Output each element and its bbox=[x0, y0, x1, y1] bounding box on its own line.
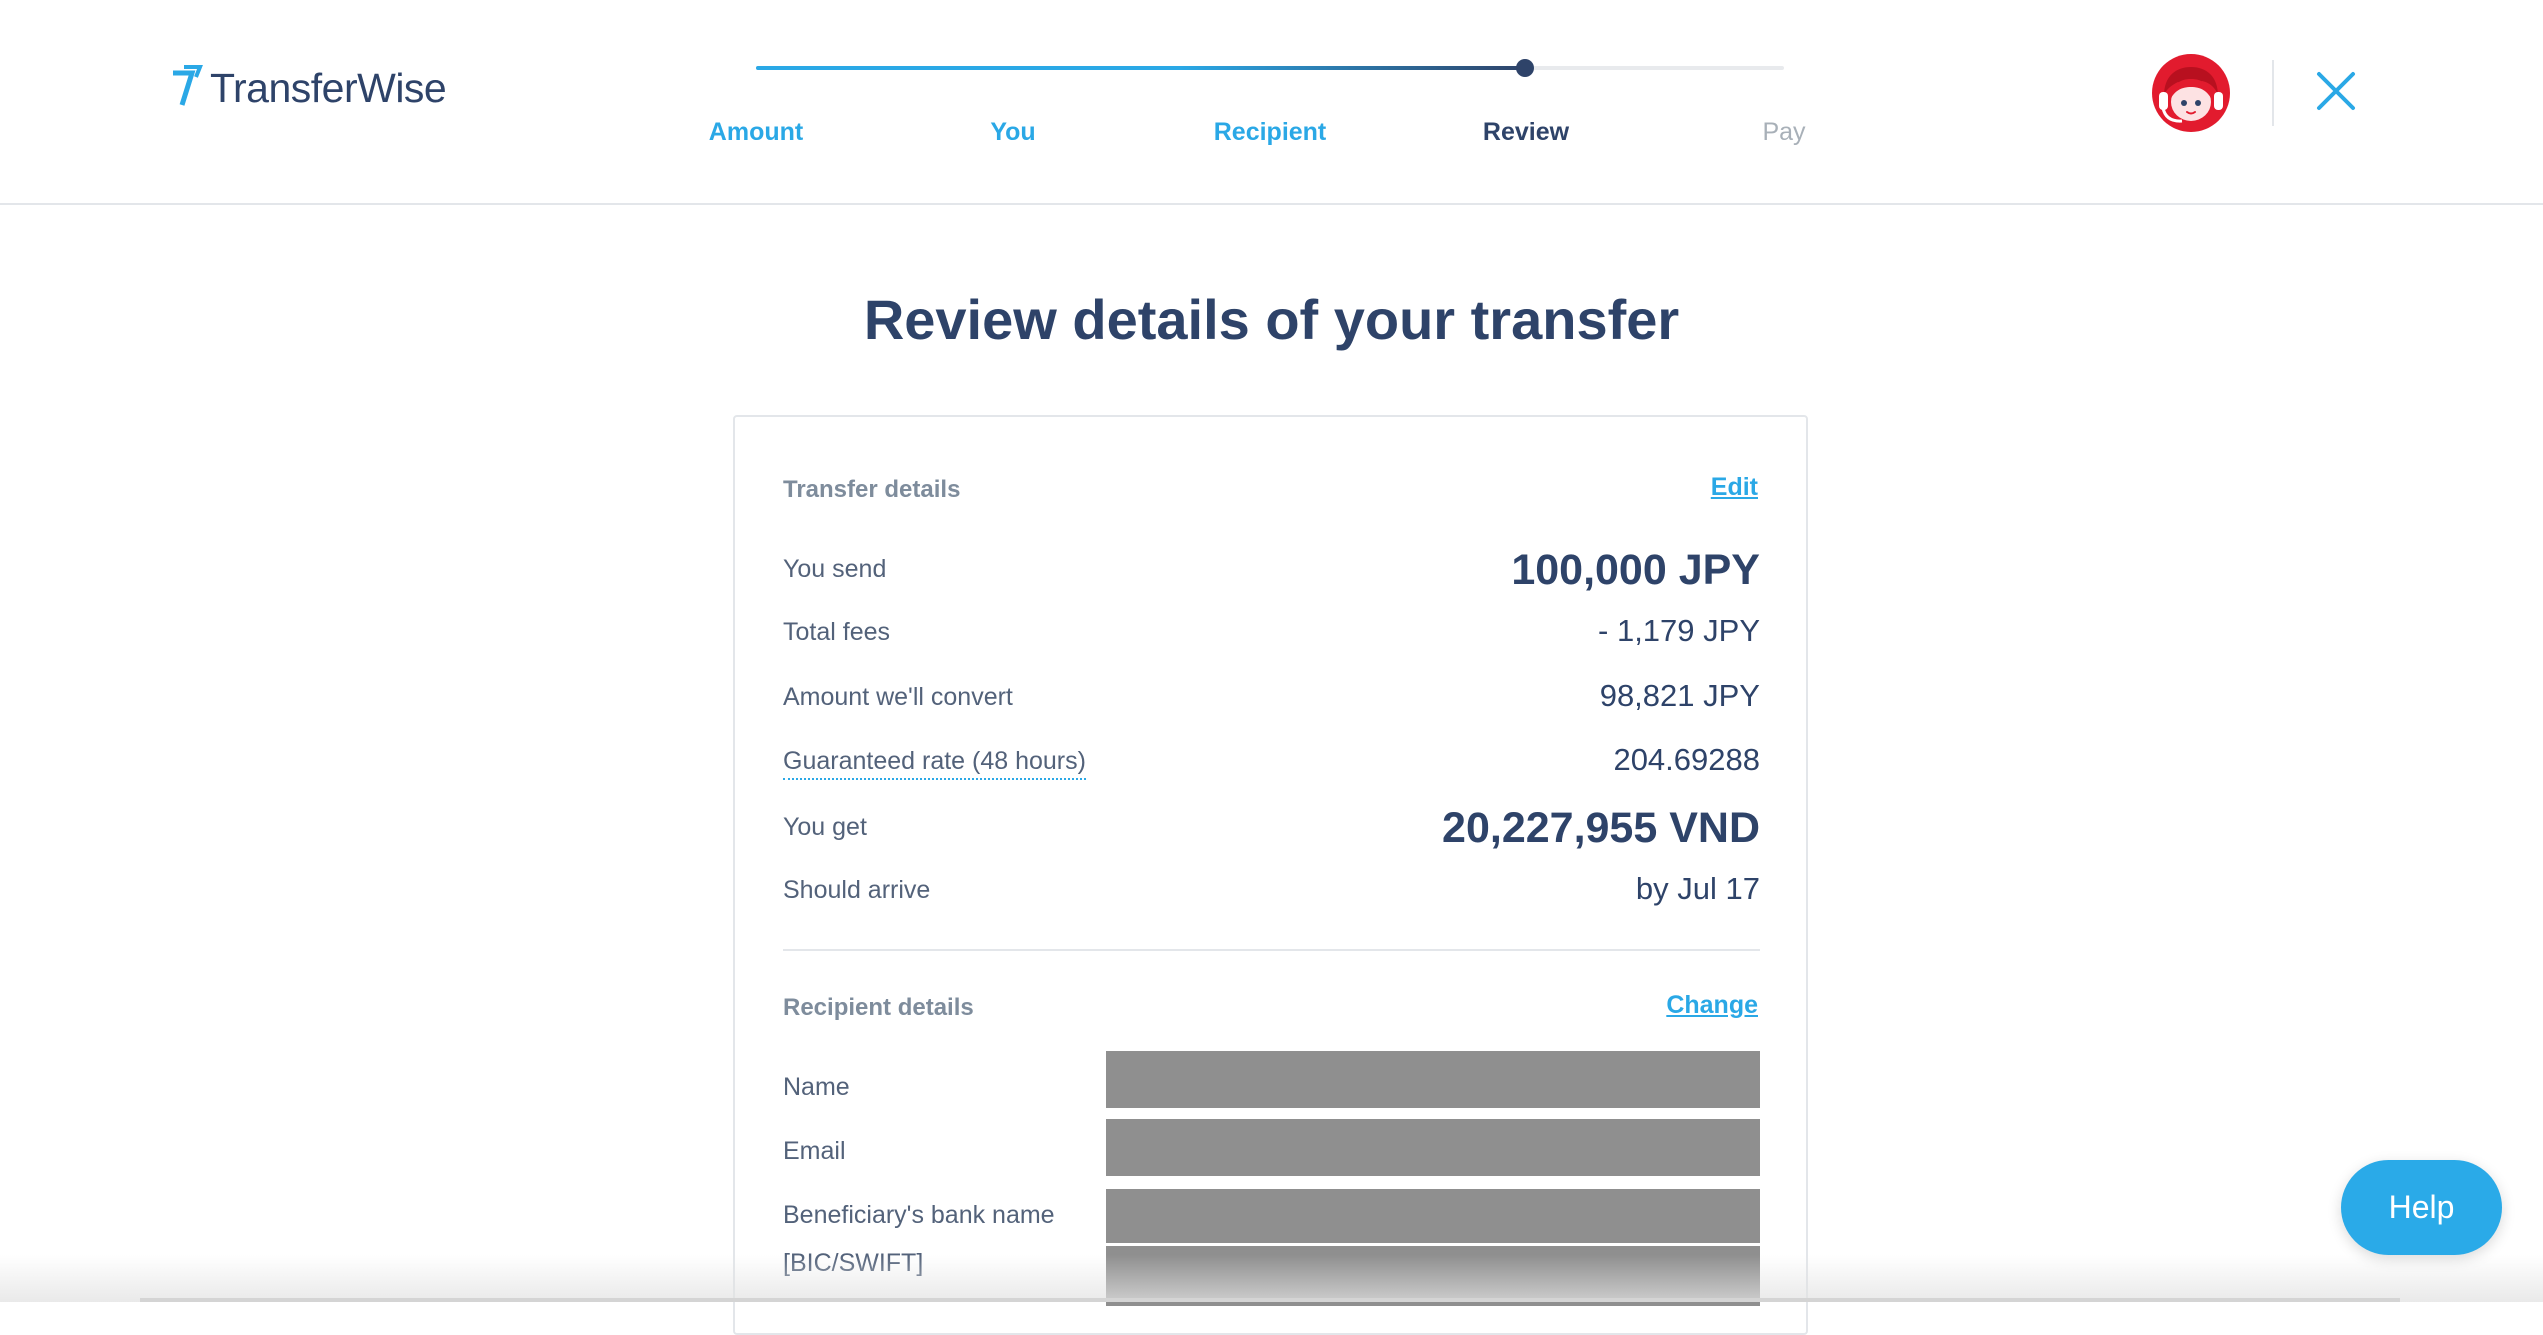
detail-label: Should arrive bbox=[783, 876, 931, 904]
review-card: Transfer details Edit You send 100,000 J… bbox=[733, 415, 1808, 1335]
receive-amount: 20,227,955 VND bbox=[1442, 804, 1760, 852]
detail-row-you-send: You send 100,000 JPY bbox=[783, 542, 1760, 602]
redacted-bic-swift bbox=[1106, 1246, 1760, 1306]
guaranteed-rate-tooltip-trigger[interactable]: Guaranteed rate (48 hours) bbox=[783, 746, 1086, 780]
detail-label: You get bbox=[783, 813, 867, 841]
close-icon[interactable] bbox=[2315, 70, 2357, 112]
detail-label: Total fees bbox=[783, 618, 891, 646]
redacted-recipient-email bbox=[1106, 1119, 1760, 1176]
detail-label: You send bbox=[783, 555, 887, 583]
detail-row-convert-amount: Amount we'll convert 98,821 JPY bbox=[783, 670, 1760, 730]
edit-transfer-link[interactable]: Edit bbox=[1711, 472, 1758, 502]
page-title: Review details of your transfer bbox=[863, 288, 1680, 351]
convert-amount: 98,821 JPY bbox=[1599, 678, 1760, 713]
bottom-edge bbox=[140, 1298, 2400, 1302]
stepper-progress bbox=[756, 66, 1526, 70]
recipient-name-label: Name bbox=[783, 1073, 850, 1101]
step-amount[interactable]: Amount bbox=[656, 117, 856, 147]
detail-row-guaranteed-rate: Guaranteed rate (48 hours) 204.69288 bbox=[783, 734, 1760, 794]
current-step-marker bbox=[1516, 59, 1534, 77]
redacted-bank-name bbox=[1106, 1189, 1760, 1243]
transfer-details-title: Transfer details bbox=[783, 476, 961, 503]
support-agent-avatar-icon[interactable] bbox=[2150, 52, 2232, 134]
detail-row-you-get: You get 20,227,955 VND bbox=[783, 800, 1760, 860]
send-amount: 100,000 JPY bbox=[1511, 546, 1760, 594]
step-review: Review bbox=[1482, 118, 1570, 146]
section-divider bbox=[783, 949, 1760, 951]
redacted-recipient-name bbox=[1106, 1051, 1760, 1108]
arrival-date: by Jul 17 bbox=[1635, 871, 1760, 906]
fees-amount: - 1,179 JPY bbox=[1598, 613, 1760, 648]
top-navigation-bar: TransferWise Amount You Recipient Review… bbox=[0, 0, 2543, 205]
bank-name-label: Beneficiary's bank name bbox=[783, 1201, 1055, 1229]
recipient-details-title: Recipient details bbox=[783, 994, 974, 1021]
detail-row-should-arrive: Should arrive by Jul 17 bbox=[783, 863, 1760, 923]
header-divider bbox=[2272, 60, 2274, 126]
exchange-rate: 204.69288 bbox=[1613, 742, 1760, 777]
step-recipient[interactable]: Recipient bbox=[1170, 117, 1370, 147]
detail-row-total-fees: Total fees - 1,179 JPY bbox=[783, 605, 1760, 665]
change-recipient-link[interactable]: Change bbox=[1666, 990, 1758, 1020]
recipient-email-label: Email bbox=[783, 1137, 846, 1165]
step-you[interactable]: You bbox=[913, 117, 1113, 147]
detail-label: Amount we'll convert bbox=[783, 683, 1013, 711]
bic-swift-label: [BIC/SWIFT] bbox=[783, 1249, 924, 1277]
step-pay: Pay bbox=[1762, 118, 1806, 146]
help-button[interactable]: Help bbox=[2341, 1160, 2502, 1255]
